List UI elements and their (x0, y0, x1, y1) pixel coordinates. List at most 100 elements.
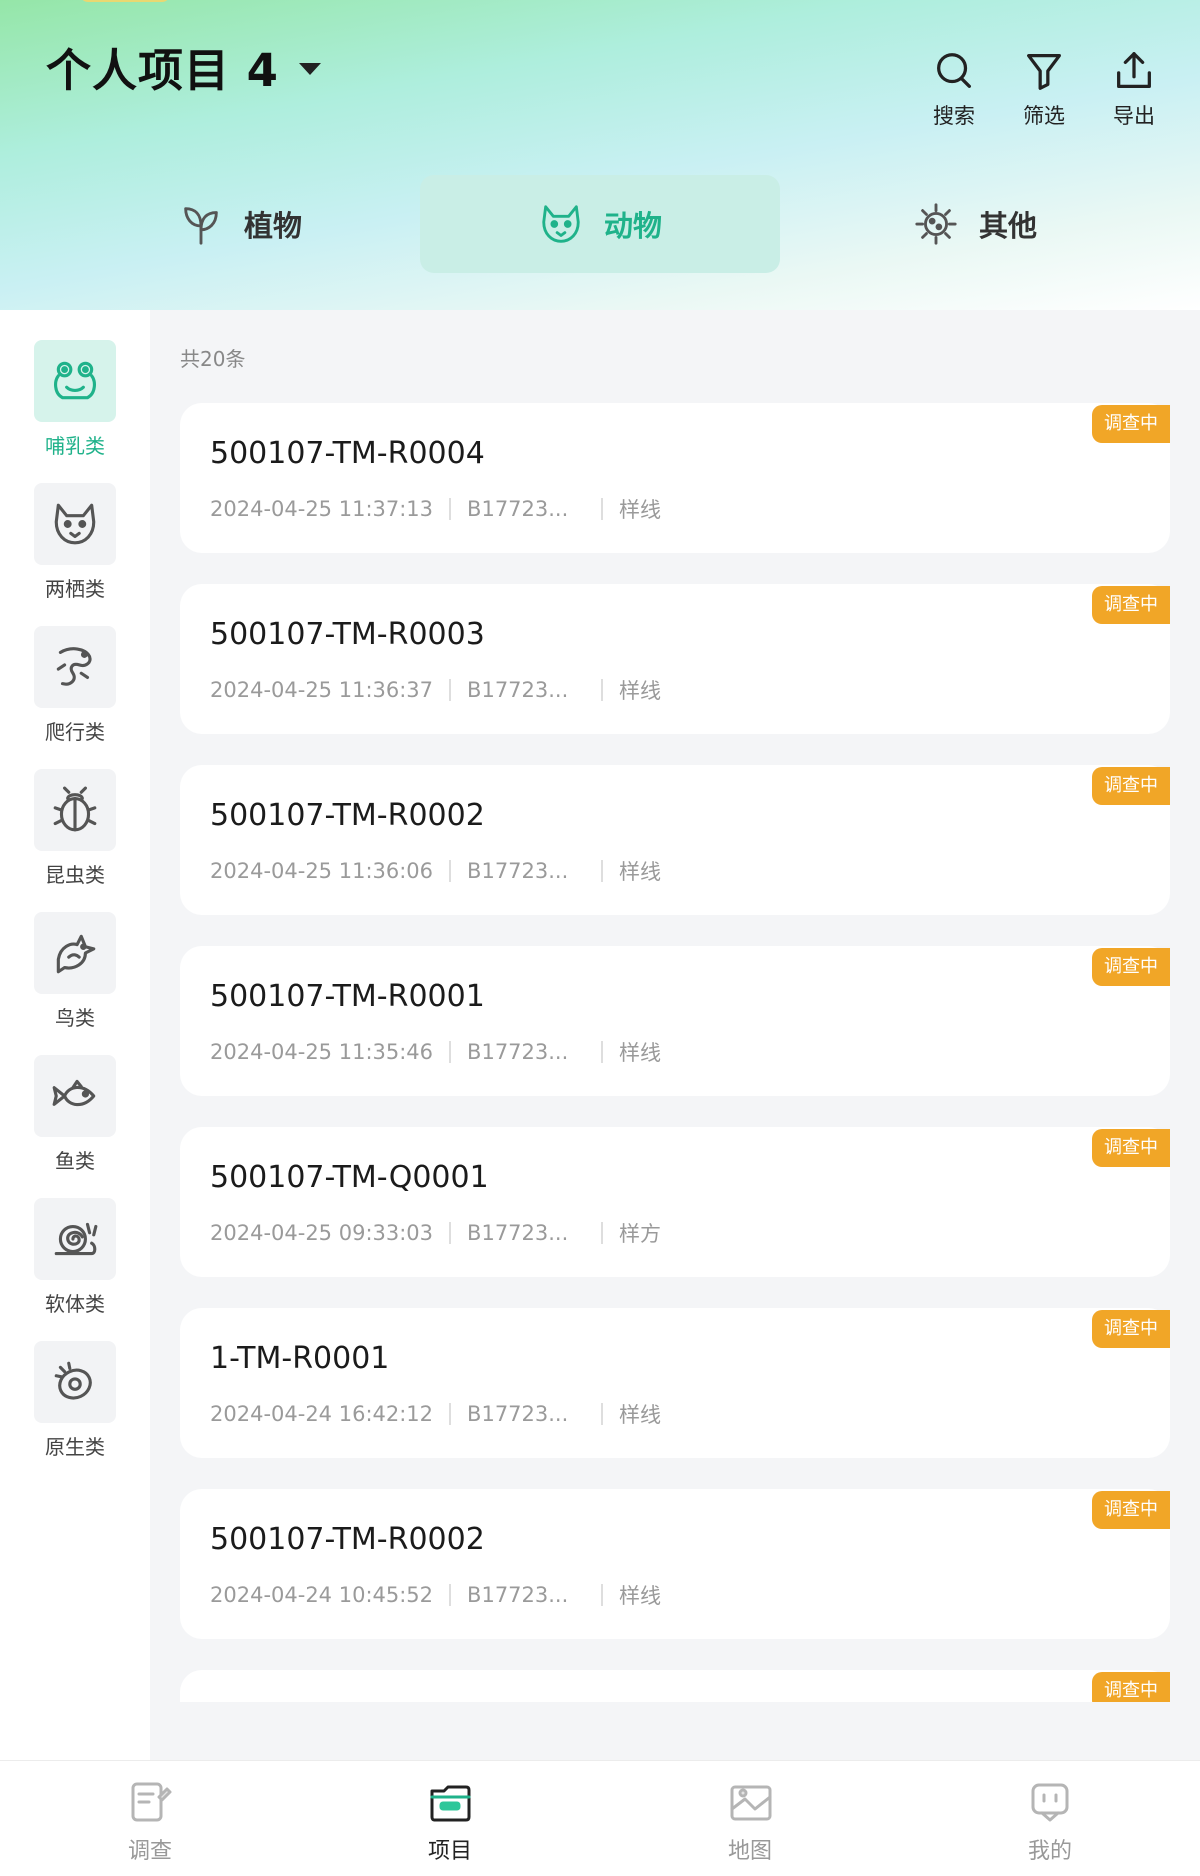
status-badge: 调查中 (1092, 1672, 1170, 1702)
record-title: 1-TM-R0001 (210, 1341, 390, 1376)
nav-profile[interactable]: 我的 (900, 1761, 1200, 1876)
sidebar-item-mammals[interactable]: 哺乳类 (0, 340, 150, 460)
search-label: 搜索 (933, 104, 975, 128)
status-badge: 调查中 (1092, 1310, 1170, 1348)
tab-animals[interactable]: 动物 (420, 175, 780, 273)
record-title: 500107-TM-R0001 (210, 979, 485, 1014)
status-badge: 调查中 (1092, 405, 1170, 443)
status-badge: 调查中 (1092, 948, 1170, 986)
record-type: 样线 (619, 679, 662, 703)
record-card[interactable]: 500107-TM-R0004 2024-04-25 11:37:13 B177… (180, 403, 1170, 553)
nav-project-label: 项目 (427, 1839, 472, 1864)
divider (449, 1403, 452, 1425)
lizard-icon (56, 647, 92, 686)
record-code: B17723... (467, 678, 569, 702)
record-card[interactable]: 500107-TM-R0002 2024-04-24 10:45:52 B177… (180, 1489, 1170, 1639)
filter-icon (1027, 54, 1061, 90)
tab-plants-label: 植物 (243, 209, 302, 243)
status-badge: 调查中 (1092, 767, 1170, 805)
sidebar-item-birds[interactable]: 鸟类 (0, 912, 150, 1032)
divider (449, 498, 452, 520)
sidebar-item-label: 两栖类 (45, 577, 105, 601)
divider (449, 1041, 452, 1063)
sidebar-item-label: 哺乳类 (45, 434, 105, 458)
nav-survey-label: 调查 (127, 1839, 172, 1864)
sidebar-item-label: 鸟类 (55, 1006, 95, 1030)
record-type: 样方 (619, 1222, 662, 1246)
sidebar-item-fish[interactable]: 鱼类 (0, 1055, 150, 1175)
nav-project[interactable]: 项目 (300, 1761, 600, 1876)
record-code: B17723... (467, 859, 569, 883)
search-icon (937, 53, 971, 88)
export-label: 导出 (1113, 104, 1155, 128)
record-datetime: 2024-04-24 10:45:52 (210, 1583, 434, 1607)
record-meta: 2024-04-25 11:36:37 B17723... 样线 (210, 675, 661, 705)
frog-face-icon (54, 361, 96, 400)
microbe-icon (915, 203, 957, 245)
chevron-down-icon (298, 62, 321, 75)
record-card[interactable]: 1-TM-R0001 2024-04-24 16:42:12 B17723...… (180, 1308, 1170, 1458)
header-toolbar: 搜索 筛选 导出 (926, 48, 1162, 130)
page-title: 个人项目 4 (46, 44, 279, 97)
sidebar-item-reptiles[interactable]: 爬行类 (0, 626, 150, 746)
record-count: 共20条 (180, 347, 246, 371)
category-tabs: 植物 动物 其他 (0, 175, 1200, 273)
record-title: 500107-TM-R0004 (210, 436, 485, 471)
tab-animals-label: 动物 (603, 209, 662, 243)
filter-button[interactable]: 筛选 (1016, 48, 1072, 130)
record-code: B17723... (467, 497, 569, 521)
project-switcher[interactable]: 个人项目 4 (46, 34, 321, 99)
tab-plants[interactable]: 植物 (60, 175, 420, 273)
status-badge: 调查中 (1092, 1129, 1170, 1167)
record-type: 样线 (619, 498, 662, 522)
record-title: 500107-TM-R0002 (210, 1522, 485, 1557)
protozoa-icon (54, 1361, 92, 1400)
record-datetime: 2024-04-25 11:37:13 (210, 497, 434, 521)
profile-icon (1031, 1783, 1069, 1822)
record-card[interactable]: 500107-TM-Q0001 2024-04-25 09:33:03 B177… (180, 1127, 1170, 1277)
status-badge: 调查中 (1092, 586, 1170, 624)
divider (601, 1403, 604, 1425)
record-meta: 2024-04-25 11:36:06 B17723... 样线 (210, 856, 661, 886)
record-meta: 2024-04-25 11:37:13 B17723... 样线 (210, 494, 661, 524)
project-folder-icon (430, 1785, 471, 1822)
sidebar-item-amphibians[interactable]: 两栖类 (0, 483, 150, 603)
tab-others[interactable]: 其他 (795, 175, 1155, 273)
record-type: 样线 (619, 1041, 662, 1065)
sidebar-item-label: 爬行类 (45, 720, 105, 744)
search-button[interactable]: 搜索 (926, 48, 982, 130)
survey-icon (131, 1782, 172, 1822)
tab-others-label: 其他 (978, 209, 1037, 243)
divider (601, 1584, 604, 1606)
record-card[interactable]: 500107-TM-R0002 2024-04-25 11:36:06 B177… (180, 765, 1170, 915)
export-button[interactable]: 导出 (1106, 48, 1162, 130)
bird-icon (56, 934, 96, 974)
record-card[interactable]: 500107-TM-R0001 2024-04-25 11:35:46 B177… (180, 946, 1170, 1096)
record-code: B17723... (467, 1402, 569, 1426)
fox-face-icon (54, 503, 96, 545)
sidebar-item-insects[interactable]: 昆虫类 (0, 769, 150, 889)
divider (449, 1222, 452, 1244)
nav-survey[interactable]: 调查 (0, 1761, 300, 1876)
record-meta: 2024-04-24 16:42:12 B17723... 样线 (210, 1399, 661, 1429)
record-type: 样线 (619, 860, 662, 884)
record-title: 500107-TM-R0002 (210, 798, 485, 833)
record-code: B17723... (467, 1040, 569, 1064)
divider (601, 1222, 604, 1244)
record-card[interactable]: 500107-TM-R0003 2024-04-25 11:36:37 B177… (180, 584, 1170, 734)
bottom-nav: 调查 项目 地图 我的 (0, 1760, 1200, 1876)
nav-profile-label: 我的 (1027, 1839, 1072, 1864)
fish-icon (52, 1079, 96, 1107)
sidebar-item-mollusks[interactable]: 软体类 (0, 1198, 150, 1318)
record-code: B17723... (467, 1221, 569, 1245)
record-card[interactable]: 调查中 (180, 1670, 1170, 1702)
divider (601, 860, 604, 882)
status-badge: 调查中 (1092, 1491, 1170, 1529)
sidebar-item-label: 昆虫类 (45, 863, 105, 887)
divider (449, 679, 452, 701)
sidebar-item-label: 软体类 (45, 1292, 105, 1316)
sidebar-item-protozoa[interactable]: 原生类 (0, 1341, 150, 1461)
record-datetime: 2024-04-25 11:36:06 (210, 859, 434, 883)
record-meta: 2024-04-24 10:45:52 B17723... 样线 (210, 1580, 661, 1610)
nav-map[interactable]: 地图 (600, 1761, 900, 1876)
